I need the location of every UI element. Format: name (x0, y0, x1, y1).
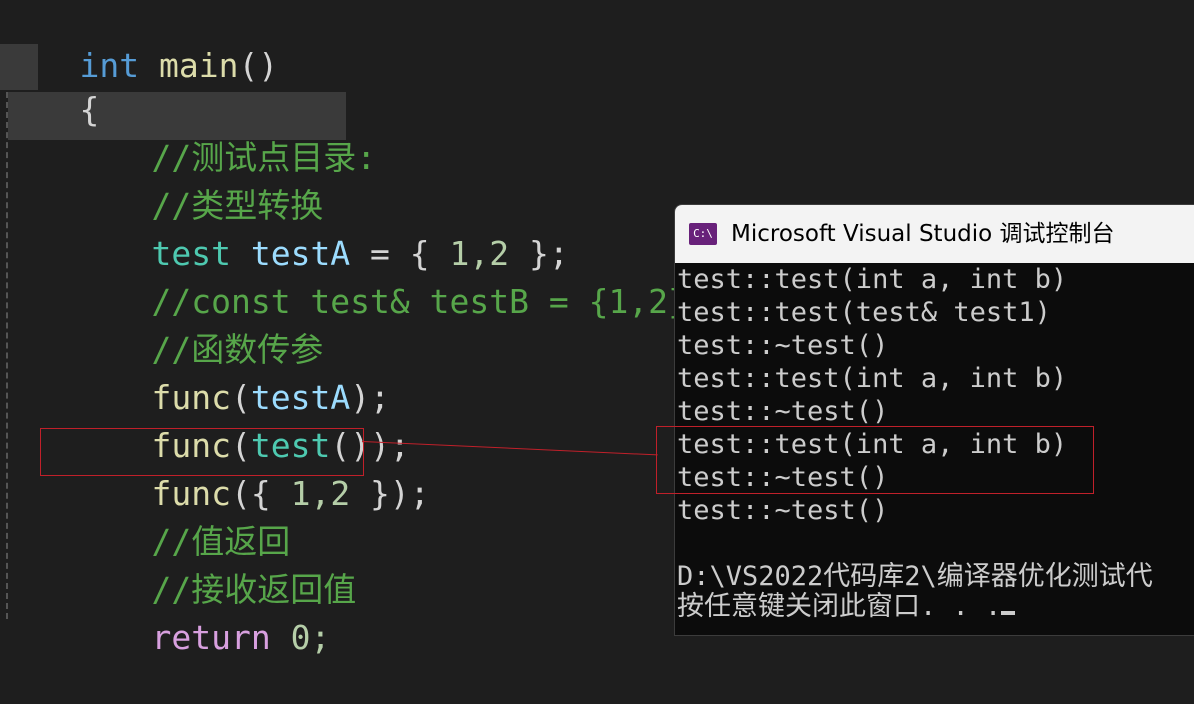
function-main: main (139, 46, 239, 85)
console-cursor (1001, 611, 1016, 615)
keyword-return: return (151, 618, 271, 657)
console-output-line: test::test(test& test1) (677, 297, 1051, 328)
parens: () (238, 46, 279, 85)
console-path-line: D:\VS2022代码库2\编译器优化测试代 (677, 561, 1153, 592)
console-titlebar[interactable]: C:\ Microsoft Visual Studio 调试控制台 (675, 205, 1194, 263)
punctuation: }); (350, 474, 430, 513)
code-line-4[interactable]: //类型转换 (72, 140, 323, 225)
code-line-11[interactable]: //值返回 (72, 476, 290, 561)
console-output-line: test::test(int a, int b) (677, 264, 1068, 295)
console-prompt-text: 按任意键关闭此窗口. . . (677, 591, 1002, 622)
console-title: Microsoft Visual Studio 调试控制台 (731, 221, 1115, 247)
console-output-line: test::~test() (677, 495, 889, 526)
highlight-box-console (656, 426, 1094, 494)
code-line-12[interactable]: //接收返回值 (72, 524, 356, 609)
debug-console-window[interactable]: C:\ Microsoft Visual Studio 调试控制台 test::… (674, 204, 1194, 636)
code-line-2[interactable]: { (0, 44, 99, 129)
code-line-1[interactable]: int main() (0, 0, 278, 85)
console-output-line: test::~test() (677, 396, 889, 427)
numbers: 1,2 (290, 474, 351, 513)
console-app-icon: C:\ (689, 223, 717, 245)
console-output-line: test::~test() (677, 330, 889, 361)
code-line-13[interactable]: return 0; (72, 572, 330, 657)
code-line-8[interactable]: func(testA); (72, 332, 389, 417)
code-line-5[interactable]: test testA = { 1,2 }; (72, 188, 568, 273)
console-prompt-line: 按任意键关闭此窗口. . . (677, 590, 1016, 623)
code-line-7[interactable]: //函数传参 (72, 284, 323, 369)
highlight-box-code (40, 428, 364, 476)
code-line-9[interactable]: func(test()); (72, 380, 409, 465)
console-output-line: test::test(int a, int b) (677, 363, 1068, 394)
code-line-3[interactable]: //测试点目录: (72, 92, 376, 177)
return-value: 0; (270, 618, 331, 657)
code-line-6[interactable]: //const test& testB = {1,2}; (72, 236, 707, 321)
